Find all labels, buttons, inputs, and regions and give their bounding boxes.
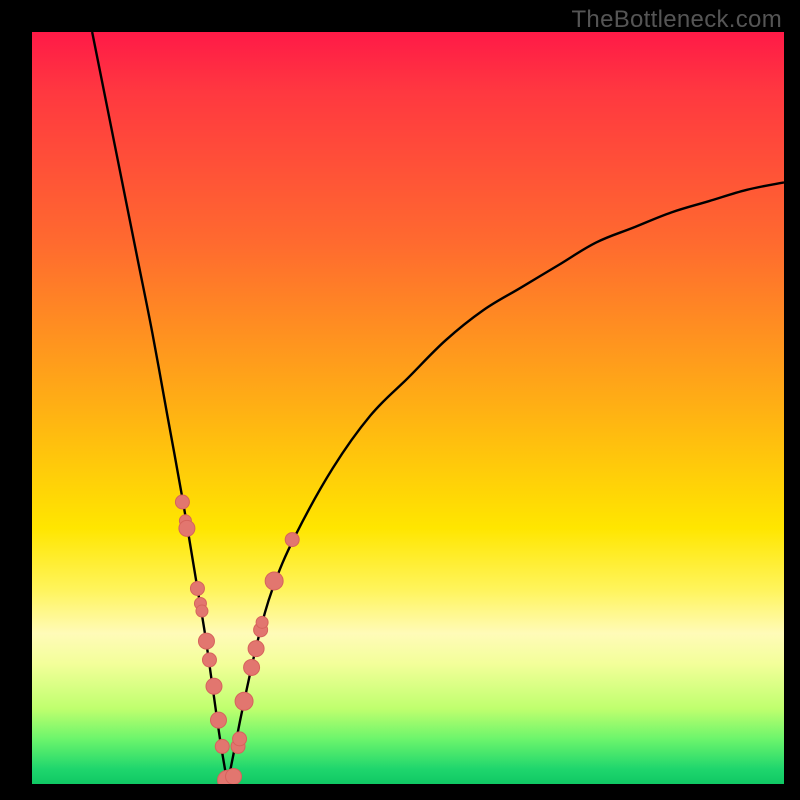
bead-point — [215, 739, 229, 753]
bead-point — [206, 678, 222, 694]
bead-point — [190, 581, 204, 595]
bead-cluster — [175, 495, 299, 784]
bead-point — [285, 533, 299, 547]
bead-point — [226, 768, 242, 784]
bead-point — [196, 605, 208, 617]
bead-point — [235, 692, 253, 710]
bead-point — [179, 520, 195, 536]
bead-point — [210, 712, 226, 728]
watermark-text: TheBottleneck.com — [571, 6, 782, 34]
bead-point — [244, 659, 260, 675]
plot-area — [32, 32, 784, 784]
curve-group — [92, 32, 784, 784]
bead-point — [175, 495, 189, 509]
chart-frame: TheBottleneck.com — [0, 0, 800, 800]
curve-left-branch — [92, 32, 227, 784]
chart-svg — [32, 32, 784, 784]
bead-point — [198, 633, 214, 649]
bead-point — [233, 732, 247, 746]
bead-point — [265, 572, 283, 590]
bead-point — [248, 641, 264, 657]
curve-right-branch — [228, 182, 784, 784]
bead-point — [202, 653, 216, 667]
bead-point — [256, 616, 268, 628]
